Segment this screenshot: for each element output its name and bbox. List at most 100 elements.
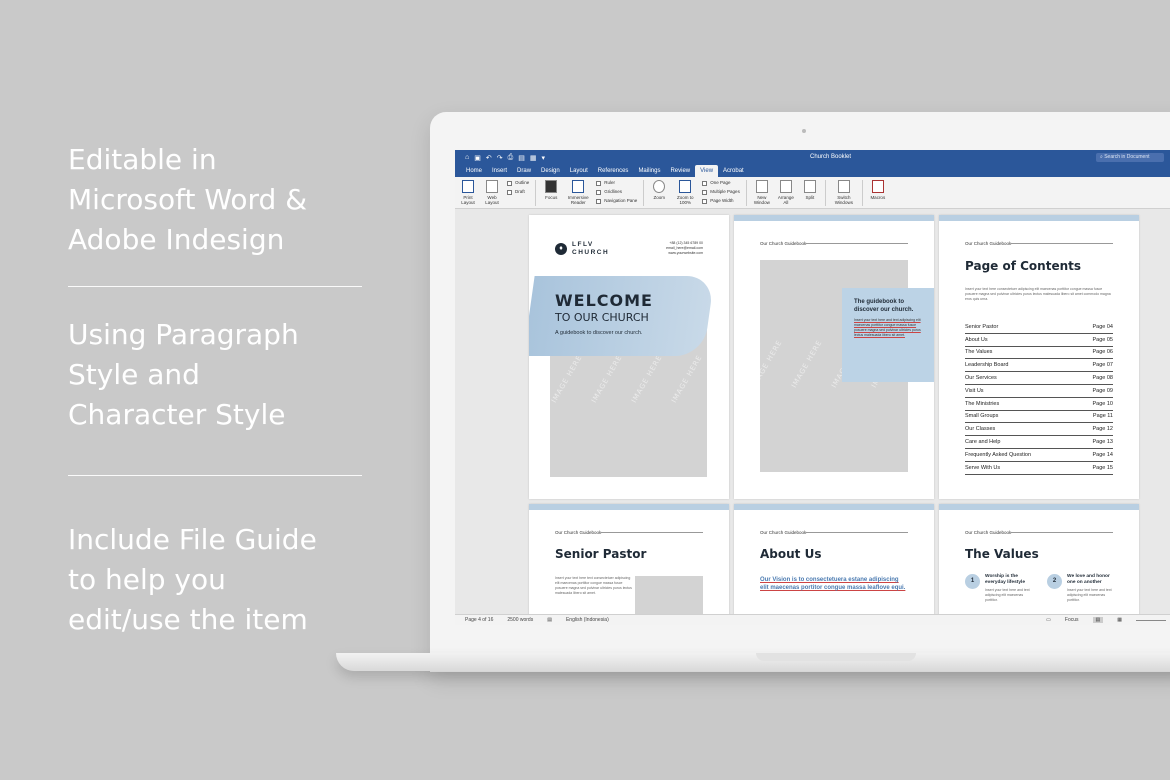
checkbox-icon	[596, 180, 602, 186]
gridlines-checkbox[interactable]: Gridlines	[596, 189, 637, 195]
flame-icon: ♦	[555, 243, 567, 255]
arrange-all-label: Arrange All	[777, 195, 794, 205]
toc-row[interactable]: Our Services Page 08	[965, 372, 1113, 385]
feature-line: Editable in	[68, 143, 217, 176]
toc-row[interactable]: About Us Page 05	[965, 334, 1113, 347]
toc-row[interactable]: Our Classes Page 12	[965, 423, 1113, 437]
save-icon[interactable]: ▣	[474, 154, 481, 162]
focus-mode-icon[interactable]: ▭	[1046, 617, 1051, 623]
ruler-label: Ruler	[604, 180, 616, 185]
outline-button[interactable]: Outline	[507, 180, 529, 186]
placeholder-text: IMAGE HERE	[669, 353, 704, 405]
print-layout-view-icon[interactable]: ▤	[1092, 617, 1104, 623]
placeholder-text: IMAGE HERE	[760, 338, 784, 390]
contents-intro: Insert your text here consectetuer adipi…	[965, 287, 1111, 301]
guidebook-label: Our Church Guidebook	[760, 530, 807, 535]
tab-view[interactable]: View	[695, 165, 719, 177]
tab-mailings[interactable]: Mailings	[633, 165, 665, 177]
toc-row[interactable]: Frequently Asked Question Page 14	[965, 449, 1113, 462]
page-top-band	[734, 215, 934, 221]
switch-windows-button[interactable]: Switch Windows	[832, 180, 856, 205]
tab-layout[interactable]: Layout	[565, 165, 593, 177]
web-layout-button[interactable]: Web Layout	[483, 180, 501, 205]
toc-name: Visit Us	[965, 387, 984, 394]
toc-row[interactable]: The Ministries Page 10	[965, 398, 1113, 411]
toc-name: Care and Help	[965, 439, 1001, 446]
guidebook-page[interactable]: Our Church Guidebook IMAGE HERE IMAGE HE…	[734, 215, 934, 499]
spelling-icon[interactable]: ▦	[530, 154, 537, 162]
tab-home[interactable]: Home	[461, 165, 487, 177]
values-page[interactable]: Our Church Guidebook The Values 1 Worshi…	[939, 504, 1139, 624]
zoom-100-label: Zoom to 100%	[677, 195, 694, 205]
print-icon[interactable]: ⎙	[508, 154, 514, 162]
arrange-all-button[interactable]: Arrange All	[777, 180, 795, 205]
tab-review[interactable]: Review	[665, 165, 695, 177]
one-page-label: One Page	[710, 180, 731, 185]
document-icon[interactable]: ▤	[518, 154, 525, 162]
one-page-button[interactable]: One Page	[702, 180, 740, 186]
toc-page: Page 11	[1092, 413, 1113, 420]
immersive-reader-label: Immersive Reader	[567, 195, 589, 205]
zoom-button[interactable]: Zoom	[650, 180, 668, 200]
print-layout-button[interactable]: Print Layout	[459, 180, 477, 205]
welcome-subtitle: TO OUR CHURCH	[555, 311, 649, 324]
web-layout-view-icon[interactable]: ▦	[1117, 617, 1122, 623]
immersive-reader-button[interactable]: Immersive Reader	[566, 180, 590, 205]
proofing-icon[interactable]: ▤	[547, 617, 552, 623]
draft-button[interactable]: Draft	[507, 189, 529, 195]
page-top-band	[734, 504, 934, 510]
customize-icon[interactable]: ▾	[541, 154, 545, 162]
page-width-button[interactable]: Page Width	[702, 198, 740, 204]
toc-name: Our Classes	[965, 426, 996, 433]
navigation-pane-checkbox[interactable]: Navigation Pane	[596, 198, 637, 204]
toc-row[interactable]: Leadership Board Page 07	[965, 359, 1113, 373]
header-line	[806, 532, 908, 533]
undo-icon[interactable]: ↶	[486, 154, 492, 162]
language-indicator[interactable]: English (Indonesia)	[566, 617, 609, 623]
quick-access-toolbar: ⌂ ▣ ↶ ↷ ⎙ ▤ ▦ ▾	[465, 154, 545, 162]
feature-line: Style and	[68, 358, 200, 391]
focus-label: Focus	[545, 195, 558, 200]
print-layout-label: Print Layout	[461, 195, 475, 205]
about-us-page[interactable]: Our Church Guidebook About Us Our Vision…	[734, 504, 934, 624]
tab-references[interactable]: References	[593, 165, 634, 177]
value-text: Insert your text here and text adipiscin…	[985, 588, 1030, 602]
document-workspace[interactable]: ♦ LFLV CHURCH +88 (12) 345 6789 00 email…	[455, 209, 1170, 624]
focus-mode-label[interactable]: Focus	[1065, 617, 1079, 623]
toc-row[interactable]: Serve With Us Page 15	[965, 462, 1113, 475]
split-button[interactable]: Split	[801, 180, 819, 200]
tab-design[interactable]: Design	[536, 165, 565, 177]
toc-row[interactable]: The Values Page 06	[965, 347, 1113, 360]
macros-button[interactable]: Macros	[869, 180, 887, 200]
multiple-pages-button[interactable]: Multiple Pages	[702, 189, 740, 195]
toc-row[interactable]: Senior Pastor Page 04	[965, 321, 1113, 334]
tab-draw[interactable]: Draw	[512, 165, 536, 177]
multiple-pages-label: Multiple Pages	[710, 189, 740, 194]
senior-pastor-page[interactable]: Our Church Guidebook Senior Pastor Inser…	[529, 504, 729, 624]
focus-button[interactable]: Focus	[542, 180, 560, 200]
page-count[interactable]: Page 4 of 16	[465, 617, 493, 623]
contact-info: +88 (12) 345 6789 00 email_here@email.co…	[666, 241, 703, 256]
zoom-100-button[interactable]: Zoom to 100%	[674, 180, 696, 205]
toc-row[interactable]: Visit Us Page 09	[965, 385, 1113, 398]
toc-row[interactable]: Care and Help Page 13	[965, 436, 1113, 449]
new-window-button[interactable]: New Window	[753, 180, 771, 205]
macros-label: Macros	[870, 195, 886, 200]
tab-insert[interactable]: Insert	[487, 165, 512, 177]
zoom-label: Zoom	[653, 195, 666, 200]
home-icon[interactable]: ⌂	[465, 154, 469, 162]
zoom-slider[interactable]	[1136, 619, 1166, 621]
word-count[interactable]: 2500 words	[507, 617, 533, 623]
ruler-checkbox[interactable]: Ruler	[596, 180, 637, 186]
redo-icon[interactable]: ↷	[497, 154, 503, 162]
value-title: Worship is the everyday lifestyle	[985, 574, 1026, 585]
toc-page: Page 13	[1092, 439, 1114, 446]
status-bar: Page 4 of 16 2500 words ▤ English (Indon…	[455, 614, 1170, 625]
draft-icon	[507, 189, 512, 195]
contents-page[interactable]: Our Church Guidebook Page of Contents In…	[939, 215, 1139, 499]
toc-row[interactable]: Small Groups Page 11	[965, 411, 1113, 424]
search-input[interactable]: ⌕ Search in Document	[1096, 153, 1164, 162]
tab-acrobat[interactable]: Acrobat	[718, 165, 749, 177]
cover-page[interactable]: ♦ LFLV CHURCH +88 (12) 345 6789 00 email…	[529, 215, 729, 499]
guidebook-label: Our Church Guidebook	[760, 241, 807, 246]
